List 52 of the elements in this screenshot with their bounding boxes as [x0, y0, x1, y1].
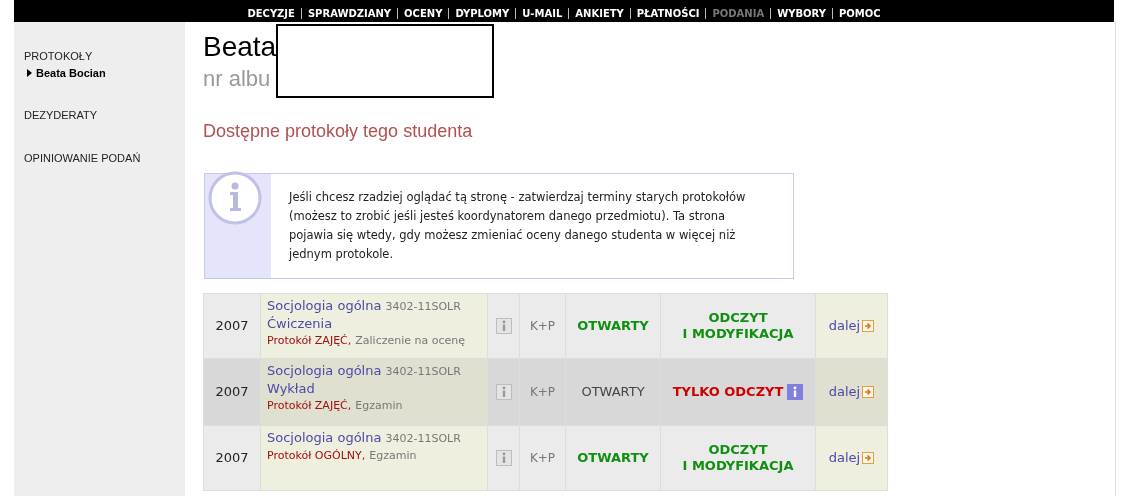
nav-tab[interactable]: PODANIA: [705, 8, 771, 19]
nav-tab[interactable]: POMOC: [831, 8, 887, 19]
course-link[interactable]: Socjologia ogólna: [267, 429, 382, 446]
sidebar-item[interactable]: OPINIOWANIE PODAŃ: [24, 149, 185, 166]
section-title: Dostępne protokoły tego studenta: [203, 120, 474, 143]
class-type-link[interactable]: Ćwiczenia: [267, 315, 481, 332]
status-cell: OTWARTY: [566, 426, 660, 490]
mode-cell: K+P: [520, 426, 565, 490]
access-status: ODCZYT I MODYFIKACJA: [681, 310, 795, 342]
access-status: TYLKO ODCZYT: [672, 383, 784, 402]
year-cell: 2007: [204, 359, 260, 425]
mode-cell: K+P: [520, 359, 565, 425]
info-icon[interactable]: [495, 450, 512, 466]
status-cell: OTWARTY: [566, 359, 660, 425]
access-status: ODCZYT I MODYFIKACJA: [681, 442, 795, 474]
sidebar-item[interactable]: DEZYDERATY: [24, 107, 185, 124]
arrow-icon[interactable]: [862, 320, 875, 332]
nav-tab[interactable]: ANKIETY: [568, 8, 630, 19]
arrow-icon[interactable]: [862, 452, 875, 464]
nav-tab[interactable]: DYPLOMY: [448, 8, 516, 19]
course-link[interactable]: Socjologia ogólna: [267, 297, 382, 314]
student-name: Beata: [203, 30, 277, 64]
class-type-link[interactable]: Wykład: [267, 380, 481, 397]
course-code: 3402-11SOLR: [385, 299, 461, 315]
sidebar-item[interactable]: PROTOKOŁY: [24, 48, 185, 65]
status-cell: OTWARTY: [566, 294, 660, 358]
nav-tab[interactable]: OCENY: [397, 8, 449, 19]
nav-tab[interactable]: WYBORY: [770, 8, 832, 19]
nav-tab[interactable]: PŁATNOŚCI: [629, 8, 706, 19]
protocol-type: Protokół ZAJĘĆ,: [267, 398, 352, 414]
sidebar-subitem[interactable]: Beata Bocian: [24, 64, 185, 81]
year-cell: 2007: [204, 294, 260, 358]
triangle-icon: [27, 68, 32, 77]
assessment-type: Egzamin: [369, 448, 417, 464]
mode-cell: K+P: [520, 294, 565, 358]
assessment-type: Zaliczenie na ocenę: [355, 333, 466, 349]
course-code: 3402-11SOLR: [385, 431, 461, 447]
info-icon[interactable]: [495, 384, 512, 400]
course-code: 3402-11SOLR: [385, 364, 461, 380]
arrow-icon[interactable]: [862, 386, 875, 398]
protocol-type: Protokół ZAJĘĆ,: [267, 333, 352, 349]
info-message: Jeśli chcesz rzadziej oglądać tą stronę - zatwierdzaj terminy starych protokołów (możesz to zrobić jeśli jesteś koordynatorem danego przedmiotu). Ta strona pojawia się wtedy, gdy możesz zmieniać oceny danego studenta w więcej niż jednym protokole.: [287, 189, 747, 263]
nav-tab[interactable]: U-MAIL: [515, 8, 569, 19]
year-cell: 2007: [204, 426, 260, 490]
nav-tab[interactable]: SPRAWDZIANY: [300, 8, 398, 19]
info-icon[interactable]: [787, 384, 804, 400]
album-number: nr albu: [203, 65, 272, 93]
course-link[interactable]: Socjologia ogólna: [267, 362, 382, 379]
info-icon[interactable]: [495, 318, 512, 334]
protocol-type: Protokół OGÓLNY,: [267, 448, 366, 464]
nav-tab[interactable]: DECYZJE: [241, 8, 301, 19]
assessment-type: Egzamin: [355, 398, 403, 414]
